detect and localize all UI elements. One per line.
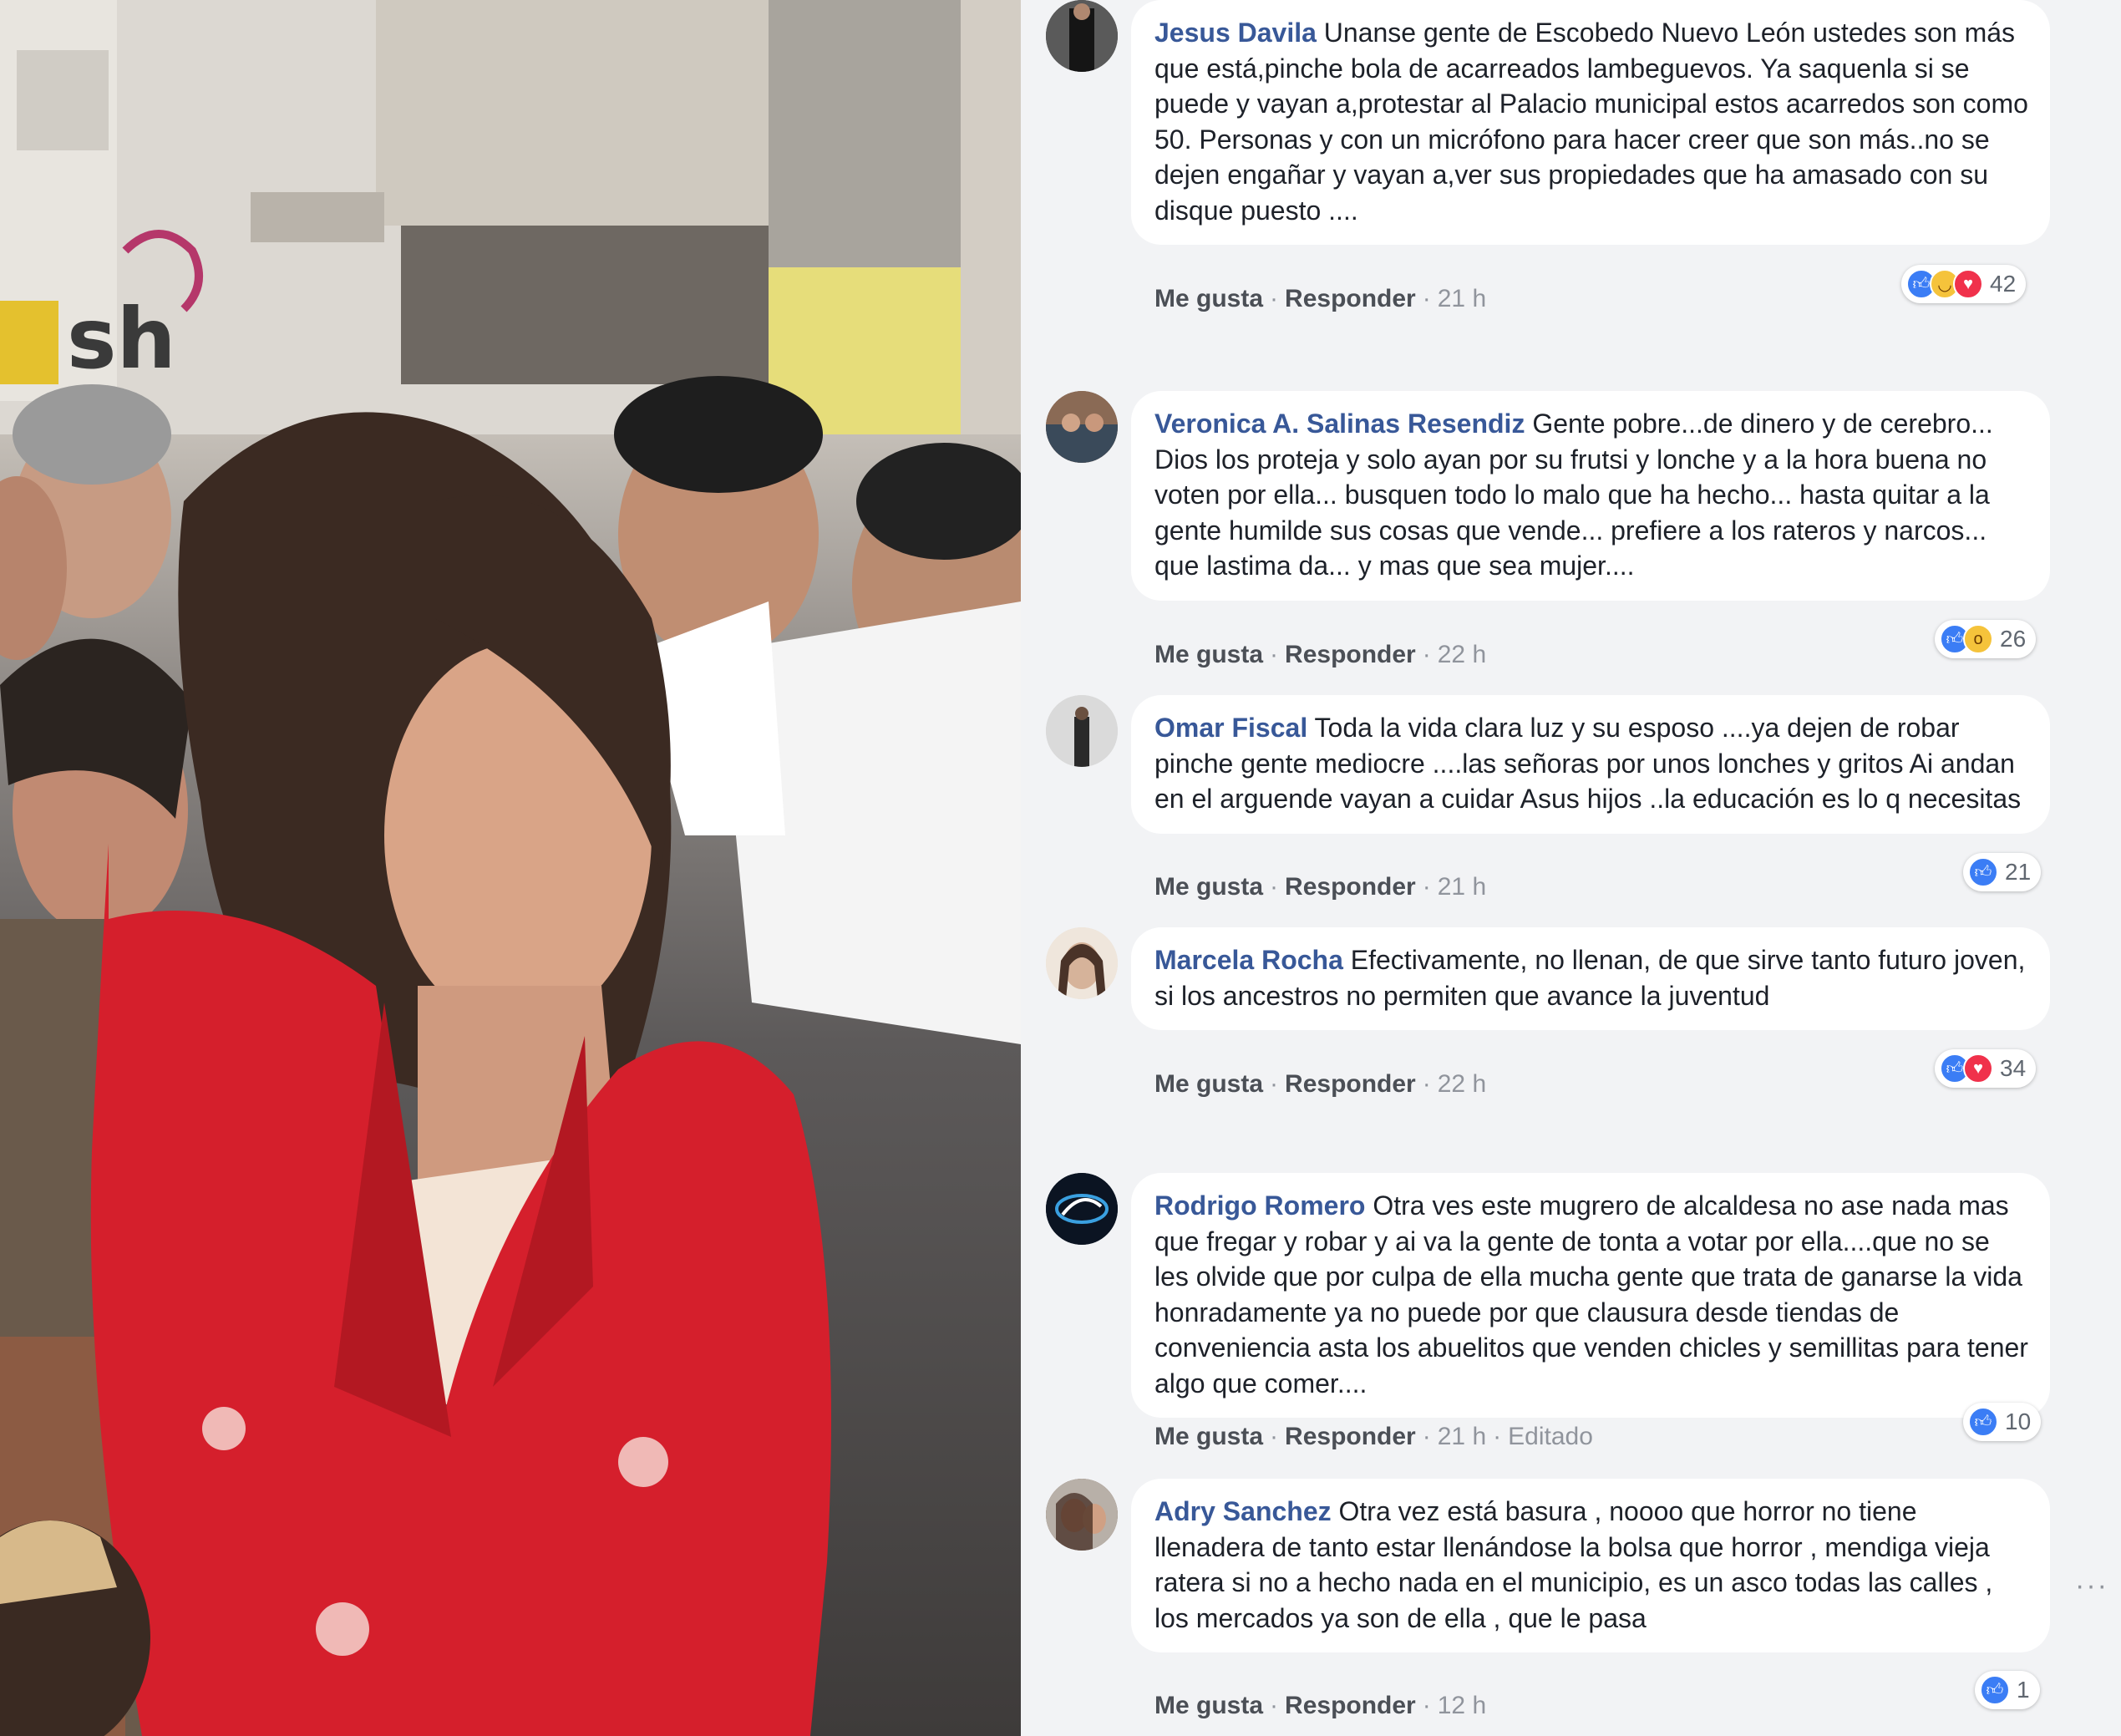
avatar[interactable] [1046,0,1118,72]
comment-author[interactable]: Veronica A. Salinas Resendiz [1154,409,1525,439]
comment-time[interactable]: 22 h [1438,641,1486,668]
comment-actions: Me gusta · Responder · 21 h · Editado [1154,1423,1593,1450]
avatar[interactable] [1046,695,1118,767]
news-photo: sh [0,0,1021,1736]
comment-bubble: Adry Sanchez Otra vez está basura , nooo… [1131,1479,2050,1652]
comment-bubble: Omar Fiscal Toda la vida clara luz y su … [1131,695,2050,834]
comment-author[interactable]: Rodrigo Romero [1154,1190,1365,1221]
comment-time[interactable]: 21 h [1438,873,1486,901]
like-link[interactable]: Me gusta [1154,873,1263,901]
like-reaction-icon: 👍︎ [1968,857,1998,887]
reply-link[interactable]: Responder [1285,1692,1416,1719]
reply-link[interactable]: Responder [1285,1070,1416,1098]
like-link[interactable]: Me gusta [1154,641,1263,668]
reactions-badge[interactable]: 👍︎ 10 [1963,1403,2042,1441]
reaction-count: 42 [1990,271,2017,297]
reply-link[interactable]: Responder [1285,285,1416,312]
comment-time[interactable]: 22 h [1438,1070,1486,1098]
comment-author[interactable]: Jesus Davila [1154,18,1317,48]
love-reaction-icon: ♥ [1953,269,1983,299]
reaction-count: 10 [2005,1409,2032,1434]
avatar[interactable] [1046,1479,1118,1551]
edited-label[interactable]: Editado [1508,1423,1593,1450]
reactions-badge[interactable]: 👍︎ 21 [1963,853,2042,891]
comment-author[interactable]: Marcela Rocha [1154,945,1343,975]
like-link[interactable]: Me gusta [1154,285,1263,312]
love-reaction-icon: ♥ [1963,1053,1993,1084]
reaction-count: 1 [2017,1677,2030,1703]
comment-actions: Me gusta · Responder · 22 h [1154,641,1487,668]
comment-text: Otra ves este mugrero de alcaldesa no as… [1154,1190,2028,1398]
comment-actions: Me gusta · Responder · 22 h [1154,1070,1487,1098]
avatar[interactable] [1046,391,1118,463]
like-reaction-icon: 👍︎ [1968,1407,1998,1437]
comment-time[interactable]: 21 h [1438,1423,1486,1450]
reaction-count: 21 [2005,859,2032,885]
like-link[interactable]: Me gusta [1154,1070,1263,1098]
reaction-count: 26 [2000,626,2027,652]
comment-actions: Me gusta · Responder · 21 h [1154,873,1487,901]
reactions-badge[interactable]: 👍︎ ♥ 34 [1935,1049,2037,1088]
like-link[interactable]: Me gusta [1154,1423,1263,1450]
comment-bubble: Veronica A. Salinas Resendiz Gente pobre… [1131,391,2050,601]
like-reaction-icon: 👍︎ [1980,1675,2010,1705]
photo-illustration: sh [0,0,1021,1736]
comment-time[interactable]: 12 h [1438,1692,1486,1719]
more-options-icon[interactable]: ··· [2075,1571,2107,1600]
comment-bubble: Marcela Rocha Efectivamente, no llenan, … [1131,927,2050,1030]
reply-link[interactable]: Responder [1285,1423,1416,1450]
comment-text: Unanse gente de Escobedo Nuevo León uste… [1154,18,2028,226]
comments-panel: Jesus Davila Unanse gente de Escobedo Nu… [1021,0,2121,1736]
avatar[interactable] [1046,1173,1118,1245]
reactions-badge[interactable]: 👍︎ ◡ ♥ 42 [1901,265,2027,303]
reaction-count: 34 [2000,1055,2027,1081]
wow-reaction-icon: o [1963,624,1993,654]
comment-bubble: Rodrigo Romero Otra ves este mugrero de … [1131,1173,2050,1418]
comment-actions: Me gusta · Responder · 12 h [1154,1692,1487,1719]
reply-link[interactable]: Responder [1285,641,1416,668]
reactions-badge[interactable]: 👍︎ 1 [1975,1671,2040,1709]
comment-author[interactable]: Adry Sanchez [1154,1496,1332,1526]
comment-actions: Me gusta · Responder · 21 h [1154,285,1487,312]
comment-author[interactable]: Omar Fiscal [1154,713,1307,743]
like-link[interactable]: Me gusta [1154,1692,1263,1719]
avatar[interactable] [1046,927,1118,999]
comment-bubble: Jesus Davila Unanse gente de Escobedo Nu… [1131,0,2050,245]
reply-link[interactable]: Responder [1285,873,1416,901]
graffiti-text: sh [67,290,176,388]
reactions-badge[interactable]: 👍︎ o 26 [1935,620,2037,658]
comment-time[interactable]: 21 h [1438,285,1486,312]
